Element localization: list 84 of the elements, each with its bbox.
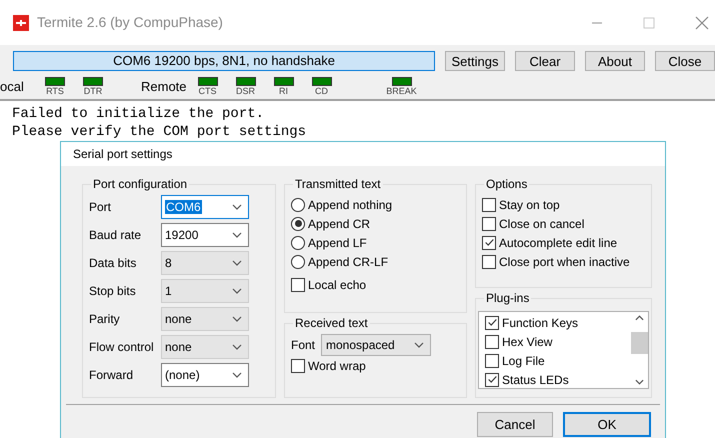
led-indicator xyxy=(312,77,332,86)
toolbar-button[interactable]: About xyxy=(585,51,645,71)
checkbox[interactable] xyxy=(482,198,496,212)
window-title: Termite 2.6 (by CompuPhase) xyxy=(37,13,223,32)
caret-icon xyxy=(232,316,242,322)
checkbox[interactable] xyxy=(485,316,499,330)
radio-label: Append nothing xyxy=(308,196,392,214)
caret-icon xyxy=(232,204,242,210)
checkbox[interactable] xyxy=(485,334,499,348)
led-label: DSR xyxy=(236,86,256,96)
caret-icon xyxy=(232,372,242,378)
led-indicator xyxy=(83,77,103,86)
local-label: ocal xyxy=(0,78,25,96)
led-label: RI xyxy=(279,86,288,96)
led-label: RTS xyxy=(46,86,64,96)
caret-icon xyxy=(232,288,242,294)
radio-button[interactable] xyxy=(291,254,305,268)
dropdown[interactable]: 19200 xyxy=(161,223,249,247)
group-title: Port configuration xyxy=(91,177,190,191)
checkbox[interactable] xyxy=(482,216,496,230)
led-indicator xyxy=(392,77,412,86)
checkbox-label: Stay on top xyxy=(499,196,560,214)
toolbar-button[interactable]: Close xyxy=(655,51,715,71)
led-indicator xyxy=(274,77,294,86)
checkbox[interactable] xyxy=(485,372,499,386)
checkbox-label: Function Keys xyxy=(502,314,578,332)
led-indicator xyxy=(198,77,218,86)
terminal-line: Failed to initialize the port. xyxy=(12,105,266,123)
checkbox[interactable] xyxy=(482,254,496,268)
caret-icon xyxy=(232,232,242,238)
led-indicator xyxy=(236,77,256,86)
checkbox-label: Local echo xyxy=(308,276,366,294)
group-title: Plug-ins xyxy=(484,291,532,305)
group-title: Transmitted text xyxy=(293,177,383,191)
led-indicator xyxy=(45,77,65,86)
scroll-up-icon[interactable] xyxy=(635,315,644,321)
toolbar-button[interactable]: Clear xyxy=(515,51,575,71)
radio-button[interactable] xyxy=(291,236,305,250)
field-label: Forward xyxy=(89,367,134,384)
field-label: Data bits xyxy=(89,255,138,272)
radio-label: Append LF xyxy=(308,234,367,252)
dropdown[interactable]: COM6 xyxy=(161,195,249,219)
checkbox-label: Word wrap xyxy=(308,358,366,374)
field-label: Stop bits xyxy=(89,283,137,300)
checkbox[interactable] xyxy=(485,354,499,368)
field-label: Port xyxy=(89,199,112,216)
scroll-down-icon[interactable] xyxy=(635,379,644,385)
status-field: COM6 19200 bps, 8N1, no handshake xyxy=(13,51,435,71)
dialog-button[interactable]: OK xyxy=(563,412,651,437)
dialog-title: Serial port settings xyxy=(73,146,172,163)
led-label: DTR xyxy=(84,86,102,96)
font-label: Font xyxy=(291,337,316,354)
remote-label: Remote xyxy=(141,78,187,96)
dropdown[interactable]: (none) xyxy=(161,363,249,387)
checkbox-label: Hex View xyxy=(502,334,552,350)
checkbox-label: Close port when inactive xyxy=(499,254,630,270)
checkbox-label: Status LEDs xyxy=(502,372,569,388)
field-label: Parity xyxy=(89,311,121,328)
led-label: CTS xyxy=(198,86,217,96)
group-title: Options xyxy=(484,177,530,191)
checkbox[interactable] xyxy=(482,236,496,250)
radio-button[interactable] xyxy=(291,216,305,230)
caret-icon xyxy=(232,344,242,350)
radio-label: Append CR xyxy=(308,216,370,232)
caret-icon xyxy=(414,342,424,348)
checkbox-label: Autocomplete edit line xyxy=(499,234,618,252)
caret-icon xyxy=(232,260,242,266)
dialog-button[interactable]: Cancel xyxy=(477,412,553,437)
terminal-line: Please verify the COM port settings xyxy=(12,123,308,141)
radio-label: Append CR-LF xyxy=(308,254,388,270)
checkbox[interactable] xyxy=(291,358,305,372)
app-icon xyxy=(13,14,29,30)
led-label: BREAK xyxy=(386,86,417,96)
field-label: Baud rate xyxy=(89,227,142,244)
checkbox[interactable] xyxy=(291,278,305,292)
radio-button[interactable] xyxy=(291,198,305,212)
toolbar-button[interactable]: Settings xyxy=(445,51,505,71)
group-title: Received text xyxy=(293,316,370,330)
font-dropdown[interactable]: monospaced xyxy=(321,334,432,356)
checkbox-label: Close on cancel xyxy=(499,216,584,232)
close-icon[interactable] xyxy=(695,16,709,30)
field-label: Flow control xyxy=(89,339,155,356)
checkbox-label: Log File xyxy=(502,352,545,370)
led-label: CD xyxy=(315,86,328,96)
